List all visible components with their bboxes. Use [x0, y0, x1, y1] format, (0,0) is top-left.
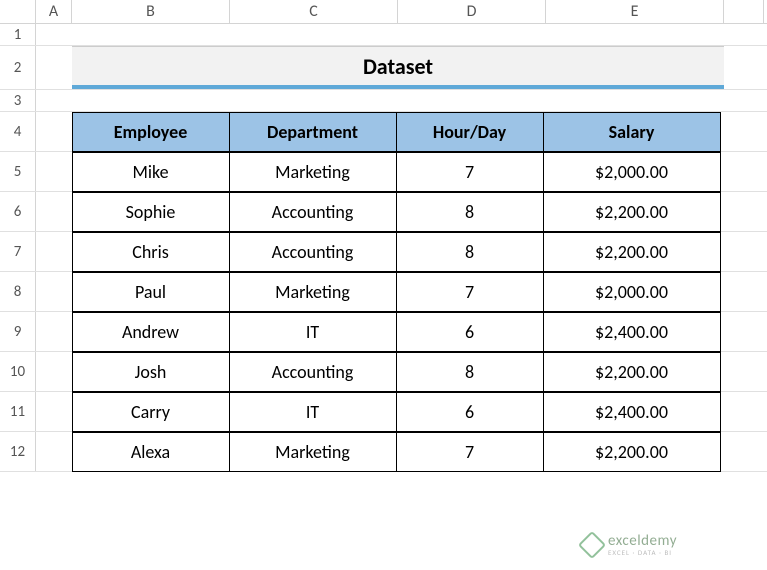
- grid-rows: 1 2 Dataset 3 4 Employee Department Hour…: [0, 24, 767, 472]
- table-row: 6 SophieAccounting8$2,200.00: [0, 192, 767, 232]
- col-header-c[interactable]: C: [230, 0, 398, 23]
- cell[interactable]: [36, 432, 72, 471]
- cell-employee[interactable]: Carry: [72, 392, 230, 432]
- table-row: 11 CarryIT6$2,400.00: [0, 392, 767, 432]
- row-header[interactable]: 12: [0, 432, 36, 471]
- cell-salary[interactable]: $2,400.00: [543, 392, 721, 432]
- row-header[interactable]: 11: [0, 392, 36, 431]
- cell[interactable]: [36, 46, 72, 89]
- cell[interactable]: [36, 152, 72, 191]
- col-header-f[interactable]: [724, 0, 764, 23]
- col-header-e[interactable]: E: [546, 0, 724, 23]
- cell-department[interactable]: IT: [229, 392, 397, 432]
- cell[interactable]: [36, 24, 72, 45]
- header-hour-day[interactable]: Hour/Day: [396, 112, 544, 152]
- watermark: exceldemy EXCEL · DATA · BI: [582, 534, 677, 556]
- row-3: 3: [0, 90, 767, 112]
- cell[interactable]: [36, 312, 72, 351]
- cell-salary[interactable]: $2,200.00: [543, 192, 721, 232]
- cell-salary[interactable]: $2,400.00: [543, 312, 721, 352]
- cell-hour-day[interactable]: 8: [396, 192, 544, 232]
- row-header[interactable]: 10: [0, 352, 36, 391]
- cell-employee[interactable]: Sophie: [72, 192, 230, 232]
- header-employee[interactable]: Employee: [72, 112, 230, 152]
- row-header[interactable]: 1: [0, 24, 36, 45]
- table-row: 9 AndrewIT6$2,400.00: [0, 312, 767, 352]
- row-header[interactable]: 2: [0, 46, 36, 89]
- cell-hour-day[interactable]: 6: [396, 312, 544, 352]
- cell[interactable]: [398, 24, 546, 45]
- row-2: 2 Dataset: [0, 46, 767, 90]
- table-row: 10 JoshAccounting8$2,200.00: [0, 352, 767, 392]
- cell[interactable]: [36, 192, 72, 231]
- cell-department[interactable]: Accounting: [229, 192, 397, 232]
- row-header[interactable]: 5: [0, 152, 36, 191]
- table-row: 12 AlexaMarketing7$2,200.00: [0, 432, 767, 472]
- cell-department[interactable]: Marketing: [229, 152, 397, 192]
- row-4: 4 Employee Department Hour/Day Salary: [0, 112, 767, 152]
- row-header[interactable]: 7: [0, 232, 36, 271]
- table-row: 7 ChrisAccounting8$2,200.00: [0, 232, 767, 272]
- cell-employee[interactable]: Paul: [72, 272, 230, 312]
- table-row: 5 MikeMarketing7$2,000.00: [0, 152, 767, 192]
- cell-salary[interactable]: $2,200.00: [543, 352, 721, 392]
- watermark-logo-icon: [578, 531, 606, 559]
- row-1: 1: [0, 24, 767, 46]
- cell[interactable]: [36, 352, 72, 391]
- cell[interactable]: [72, 90, 230, 111]
- cell-hour-day[interactable]: 6: [396, 392, 544, 432]
- cell-employee[interactable]: Andrew: [72, 312, 230, 352]
- cell-salary[interactable]: $2,200.00: [543, 432, 721, 472]
- cell-hour-day[interactable]: 7: [396, 272, 544, 312]
- cell-department[interactable]: IT: [229, 312, 397, 352]
- col-header-b[interactable]: B: [72, 0, 230, 23]
- col-header-a[interactable]: A: [36, 0, 72, 23]
- watermark-text: exceldemy EXCEL · DATA · BI: [608, 534, 677, 556]
- row-header[interactable]: 3: [0, 90, 36, 111]
- cell-hour-day[interactable]: 8: [396, 352, 544, 392]
- cell[interactable]: [36, 272, 72, 311]
- row-header[interactable]: 8: [0, 272, 36, 311]
- col-header-d[interactable]: D: [398, 0, 546, 23]
- cell-employee[interactable]: Mike: [72, 152, 230, 192]
- cell-salary[interactable]: $2,200.00: [543, 232, 721, 272]
- cell[interactable]: [546, 24, 724, 45]
- watermark-main: exceldemy: [608, 534, 677, 549]
- row-header[interactable]: 9: [0, 312, 36, 351]
- cell-department[interactable]: Marketing: [229, 432, 397, 472]
- title-cell[interactable]: Dataset: [72, 46, 724, 89]
- row-header[interactable]: 6: [0, 192, 36, 231]
- cell-employee[interactable]: Josh: [72, 352, 230, 392]
- watermark-sub: EXCEL · DATA · BI: [608, 549, 677, 556]
- cell[interactable]: [36, 232, 72, 271]
- header-salary[interactable]: Salary: [543, 112, 721, 152]
- cell-employee[interactable]: Chris: [72, 232, 230, 272]
- cell-employee[interactable]: Alexa: [72, 432, 230, 472]
- cell-hour-day[interactable]: 7: [396, 432, 544, 472]
- cell[interactable]: [72, 24, 230, 45]
- table-row: 8 PaulMarketing7$2,000.00: [0, 272, 767, 312]
- cell[interactable]: [36, 90, 72, 111]
- cell-department[interactable]: Accounting: [229, 232, 397, 272]
- cell-hour-day[interactable]: 8: [396, 232, 544, 272]
- cell-hour-day[interactable]: 7: [396, 152, 544, 192]
- cell-salary[interactable]: $2,000.00: [543, 272, 721, 312]
- cell-department[interactable]: Marketing: [229, 272, 397, 312]
- select-all-corner[interactable]: [0, 0, 36, 23]
- row-header[interactable]: 4: [0, 112, 36, 151]
- spreadsheet-view: A B C D E 1 2 Dataset 3 4: [0, 0, 767, 570]
- cell[interactable]: [546, 90, 724, 111]
- cell[interactable]: [230, 90, 398, 111]
- cell[interactable]: [398, 90, 546, 111]
- cell[interactable]: [36, 112, 72, 151]
- cell-department[interactable]: Accounting: [229, 352, 397, 392]
- cell[interactable]: [36, 392, 72, 431]
- cell[interactable]: [230, 24, 398, 45]
- column-header-row: A B C D E: [0, 0, 767, 24]
- cell-salary[interactable]: $2,000.00: [543, 152, 721, 192]
- header-department[interactable]: Department: [229, 112, 397, 152]
